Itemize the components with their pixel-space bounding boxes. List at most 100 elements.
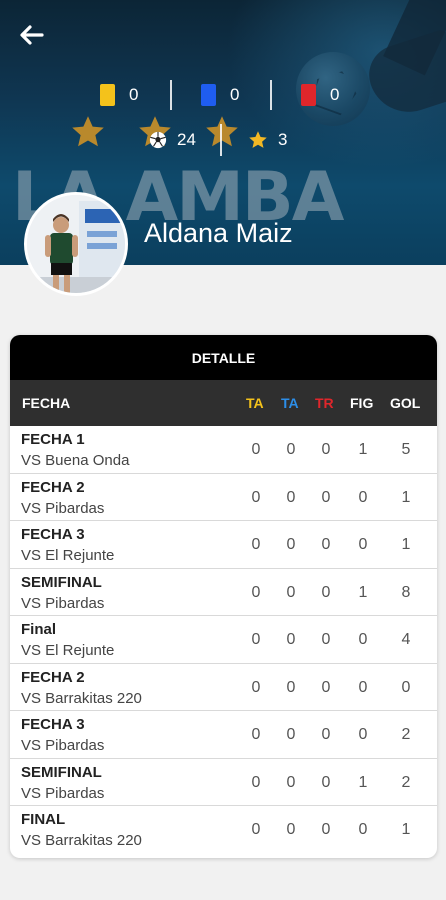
col-ta-yellow: TA (246, 395, 264, 411)
goals-value: 5 (401, 441, 411, 458)
red-card-stat: 0 (301, 83, 339, 107)
figure-value: 0 (358, 631, 368, 648)
match-date: FECHA 3 (21, 526, 85, 543)
match-opponent: VS Buena Onda (21, 452, 130, 469)
blue-cards-value: 0 (286, 631, 296, 648)
blue-cards-value: 0 (286, 536, 296, 553)
blue-card-icon (201, 84, 216, 106)
red-cards-value: 0 (321, 488, 331, 506)
blue-cards-value: 0 (286, 488, 296, 506)
match-date: FECHA 3 (21, 716, 85, 733)
blue-cards-value: 0 (286, 441, 296, 458)
red-cards-value: 0 (321, 441, 331, 458)
match-row: SEMIFINAL VS Pibardas 0 0 0 1 2 (10, 759, 437, 806)
rating-star-icon (204, 114, 240, 150)
red-cards-value: 0 (321, 821, 331, 838)
goals-value: 1 (401, 536, 411, 553)
yellow-cards-value: 0 (251, 488, 261, 506)
figure-value: 0 (358, 726, 368, 743)
blue-cards-value: 0 (286, 726, 296, 743)
back-arrow-icon[interactable] (16, 20, 46, 50)
goals-count: 24 (177, 130, 196, 149)
match-opponent: VS Pibardas (21, 499, 105, 517)
stat-divider (270, 80, 272, 110)
red-cards-value: 0 (321, 631, 331, 648)
match-row: Final VS El Rejunte 0 0 0 0 4 (10, 616, 437, 664)
col-fig: FIG (350, 395, 374, 411)
rating-star-icon (70, 114, 106, 150)
match-list: FECHA 1 VS Buena Onda 0 0 0 1 5 FECHA 2 VS Pibar… (10, 426, 437, 854)
blue-cards-value: 0 (286, 773, 296, 791)
match-row: FECHA 3 VS El Rejunte 0 0 0 0 1 (10, 521, 437, 569)
figure-value: 0 (358, 536, 368, 553)
stat-divider (220, 124, 222, 156)
match-date: SEMIFINAL (21, 763, 102, 781)
yellow-cards-value: 0 (251, 773, 261, 791)
mvp-stat: 3 (248, 130, 287, 150)
match-row: SEMIFINAL VS Pibardas 0 0 0 1 8 (10, 569, 437, 616)
col-gol: GOL (390, 395, 421, 411)
detail-title: DETALLE (10, 335, 437, 380)
match-date: FECHA 2 (21, 478, 85, 496)
goals-value: 0 (401, 678, 411, 696)
red-cards-value: 0 (321, 726, 331, 743)
match-row: FECHA 3 VS Pibardas 0 0 0 0 2 (10, 711, 437, 759)
goals-value: 2 (401, 726, 411, 743)
red-cards-value: 0 (321, 773, 331, 791)
stat-divider (170, 80, 172, 110)
goals-value: 2 (401, 773, 411, 791)
yellow-card-stat: 0 (100, 83, 138, 107)
yellow-cards-value: 0 (251, 726, 261, 743)
match-date: FECHA 1 (21, 431, 85, 448)
red-card-icon (301, 84, 316, 106)
soccer-ball-icon (149, 131, 167, 149)
match-opponent: VS El Rejunte (21, 547, 115, 564)
yellow-card-icon (100, 84, 115, 106)
yellow-cards-value: 0 (251, 678, 261, 696)
match-opponent: VS El Rejunte (21, 642, 115, 659)
red-card-count: 0 (330, 85, 340, 104)
figure-value: 0 (358, 488, 368, 506)
match-row: FECHA 1 VS Buena Onda 0 0 0 1 5 (10, 426, 437, 474)
col-tr: TR (315, 395, 334, 411)
match-opponent: VS Pibardas (21, 737, 105, 754)
match-row: FECHA 2 VS Pibardas 0 0 0 0 1 (10, 474, 437, 521)
figure-value: 0 (358, 821, 368, 838)
figure-value: 1 (358, 773, 368, 791)
goals-value: 1 (401, 821, 411, 838)
match-date: FECHA 2 (21, 668, 85, 686)
figure-value: 0 (358, 678, 368, 696)
yellow-cards-value: 0 (251, 441, 261, 458)
yellow-cards-value: 0 (251, 536, 261, 553)
player-avatar (24, 192, 128, 296)
mvp-star-icon (249, 131, 267, 148)
player-name: Aldana Maiz (144, 218, 293, 248)
yellow-cards-value: 0 (251, 821, 261, 838)
red-cards-value: 0 (321, 583, 331, 601)
detail-table-card: DETALLE FECHA TA TA TR FIG GOL FECHA 1 VS… (10, 335, 437, 858)
blue-cards-value: 0 (286, 583, 296, 601)
figure-value: 1 (358, 441, 368, 458)
col-ta-blue: TA (281, 395, 299, 411)
blue-cards-value: 0 (286, 821, 296, 838)
figure-value: 1 (358, 583, 368, 601)
goals-stat: 24 (149, 130, 196, 150)
match-opponent: VS Pibardas (21, 594, 105, 612)
match-date: Final (21, 621, 57, 638)
match-date: SEMIFINAL (21, 573, 102, 591)
red-cards-value: 0 (321, 678, 331, 696)
match-row: FECHA 2 VS Barrakitas 220 0 0 0 0 0 (10, 664, 437, 711)
match-opponent: VS Pibardas (21, 784, 105, 802)
red-cards-value: 0 (321, 536, 331, 553)
blue-card-count: 0 (230, 85, 240, 104)
yellow-cards-value: 0 (251, 631, 261, 648)
match-opponent: VS Barrakitas 220 (21, 689, 142, 707)
match-row: FINAL VS Barrakitas 220 0 0 0 0 1 (10, 806, 437, 854)
mvp-count: 3 (278, 130, 288, 149)
goals-value: 4 (401, 631, 411, 648)
table-header: FECHA TA TA TR FIG GOL (10, 380, 437, 426)
goals-value: 1 (401, 488, 411, 506)
yellow-card-count: 0 (129, 85, 139, 104)
blue-card-stat: 0 (201, 83, 239, 107)
background-boot (361, 27, 446, 123)
